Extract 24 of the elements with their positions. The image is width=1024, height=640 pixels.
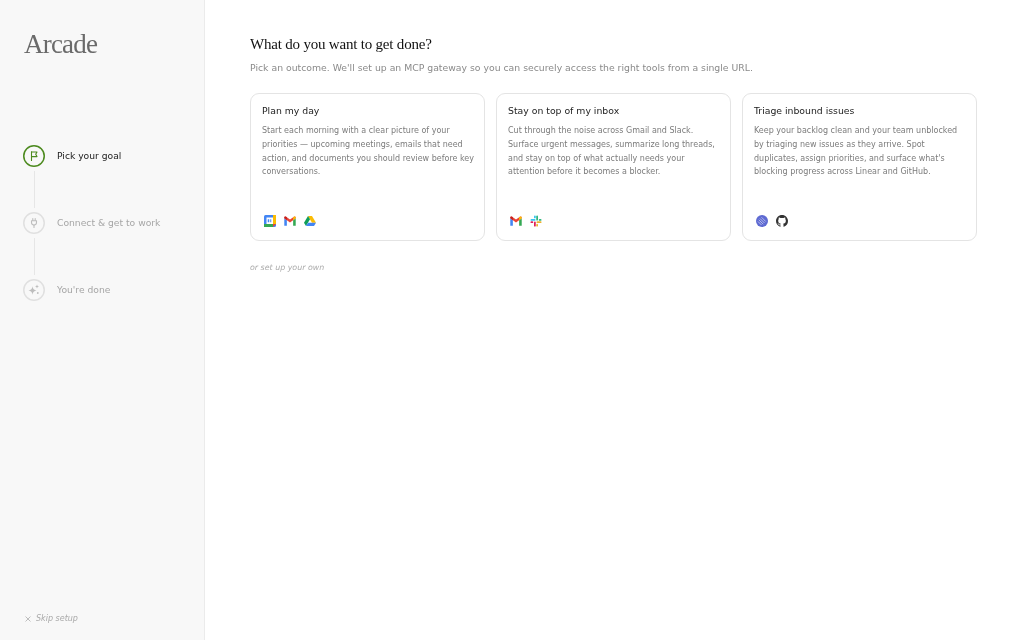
card-title: Stay on top of my inbox — [508, 104, 621, 118]
card-description: Cut through the noise across Gmail and Slack. Surface urgent messages, summarize long threads, and stay on top of what actually needs your attention before it becomes a blocker. — [508, 125, 716, 179]
goal-card[interactable]: Plan my day Start each morning with a clear picture of your priorities — upcoming meetings, emails that need action, and documents you should review before key conversations. — [250, 93, 485, 241]
step-label: You're done — [57, 283, 111, 297]
logo-wordmark: Arcade — [24, 30, 98, 58]
cat-silhouette-icon — [776, 215, 788, 227]
card-description: Start each morning with a clear picture of your priorities — upcoming meetings, emails that need action, and documents you should review before key conversations. — [262, 125, 475, 179]
mail-icon — [510, 216, 522, 226]
goal-card[interactable] — [742, 93, 977, 241]
step-label: Pick your goal — [57, 149, 122, 163]
calendar-icon — [264, 215, 276, 227]
skip-setup-button[interactable]: Skip setup — [25, 613, 78, 625]
page-subtitle: Pick an outcome. We'll set up an MCP gateway so you can securely access the right tools from a single URL. — [250, 61, 754, 75]
close-icon — [25, 616, 31, 622]
card-title: Plan my day — [262, 104, 321, 118]
card-description: Keep your backlog clean and your team unblocked by triaging new issues as they arrive. Spot duplicates, assign priorities, and surface what's blocking progress across Linear and GitHub. — [754, 125, 959, 179]
mail-icon — [284, 216, 296, 226]
page-heading: What do you want to get done? — [250, 35, 433, 54]
hash-icon — [530, 215, 542, 227]
striped-circle-icon — [756, 215, 768, 227]
card-title: Triage inbound issues — [754, 104, 856, 118]
goal-card[interactable] — [496, 93, 731, 241]
triangle-icon — [304, 215, 316, 227]
step-label: Connect & get to work — [57, 216, 161, 230]
